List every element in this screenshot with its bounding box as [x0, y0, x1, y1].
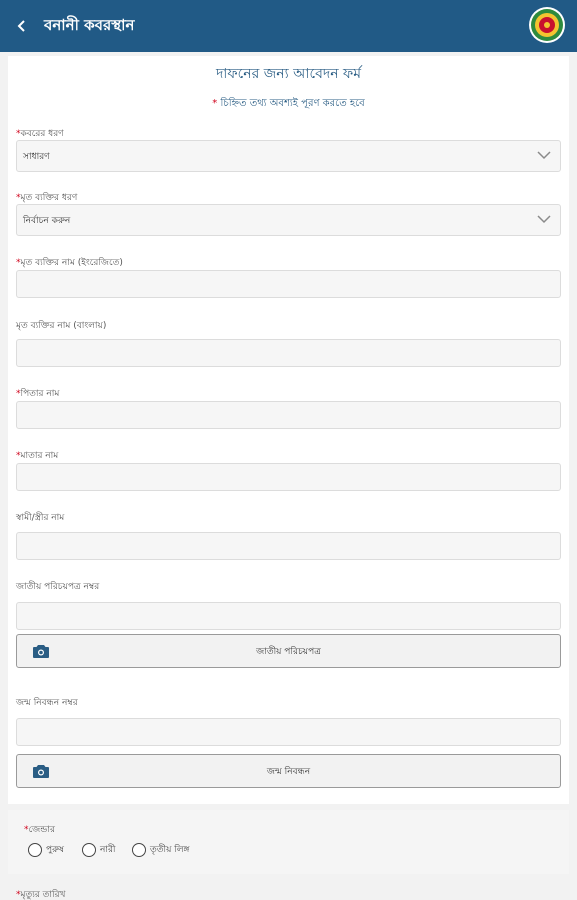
- app-title: বনানী কবরস্থান: [44, 15, 135, 34]
- grave-type-value: সাধারণ: [23, 152, 50, 162]
- gender-option-third[interactable]: তৃতীয় লিঙ্গ: [132, 842, 190, 857]
- father-name-input[interactable]: [16, 401, 561, 429]
- required-star: *: [212, 98, 218, 109]
- radio-icon: [132, 842, 146, 857]
- gender-option-label: পুরুষ: [46, 845, 64, 855]
- grave-type-label-text: কবরের ধরণ: [20, 129, 64, 139]
- camera-icon: [33, 645, 49, 658]
- gender-option-label: নারী: [100, 845, 116, 855]
- gender-label: *জেন্ডার: [24, 822, 55, 837]
- nid-number-input[interactable]: [16, 602, 561, 630]
- chevron-left-icon: [17, 20, 25, 32]
- back-button[interactable]: [0, 0, 44, 52]
- gender-option-female[interactable]: নারী: [82, 842, 116, 857]
- name-english-label: *মৃত ব্যক্তির নাম (ইংরেজিতে): [16, 255, 123, 270]
- camera-icon: [33, 765, 49, 778]
- required-note-text: চিহ্নিত তথ্য অবশ্যই পূরণ করতে হবে: [220, 98, 365, 109]
- form-title: দাফনের জন্য আবেদন ফর্ম: [215, 66, 362, 82]
- gender-option-label: তৃতীয় লিঙ্গ: [150, 845, 190, 855]
- grave-type-label: *কবরের ধরণ: [16, 126, 64, 141]
- mother-name-input[interactable]: [16, 463, 561, 491]
- required-note: * চিহ্নিত তথ্য অবশ্যই পূরণ করতে হবে: [0, 96, 577, 113]
- deceased-type-label-text: মৃত ব্যক্তির ধরণ: [20, 193, 78, 203]
- deceased-type-select[interactable]: নির্বাচন করুন: [16, 204, 561, 236]
- name-bangla-input[interactable]: [16, 339, 561, 367]
- gender-label-text: জেন্ডার: [28, 825, 55, 835]
- mother-name-label: *মাতার নাম: [16, 448, 58, 463]
- chevron-down-icon: [537, 151, 551, 160]
- mother-name-label-text: মাতার নাম: [20, 451, 59, 461]
- birth-reg-photo-button-label: জন্ম নিবন্ধন: [266, 766, 311, 777]
- date-of-death-label-text: মৃত্যুর তারিখ: [20, 890, 66, 900]
- birth-reg-photo-button[interactable]: জন্ম নিবন্ধন: [16, 754, 561, 788]
- deceased-type-label: *মৃত ব্যক্তির ধরণ: [16, 190, 77, 205]
- city-corporation-logo: [529, 7, 565, 43]
- radio-icon: [82, 842, 96, 857]
- grave-type-select[interactable]: সাধারণ: [16, 140, 561, 172]
- birth-reg-label: জন্ম নিবন্ধন নম্বর: [16, 698, 78, 708]
- birth-reg-input[interactable]: [16, 718, 561, 746]
- nid-photo-button[interactable]: জাতীয় পরিচয়পত্র: [16, 634, 561, 668]
- chevron-down-icon: [537, 215, 551, 224]
- app-bar: বনানী কবরস্থান: [0, 0, 577, 52]
- nid-number-label: জাতীয় পরিচয়পত্র নম্বর: [16, 582, 100, 592]
- father-name-label-text: পিতার নাম: [20, 389, 60, 399]
- name-bangla-label: মৃত ব্যক্তির নাম (বাংলায়): [16, 321, 107, 331]
- date-of-death-label: *মৃত্যুর তারিখ: [16, 887, 65, 900]
- father-name-label: *পিতার নাম: [16, 386, 59, 401]
- name-english-input[interactable]: [16, 270, 561, 298]
- name-english-label-text: মৃত ব্যক্তির নাম (ইংরেজিতে): [20, 258, 123, 268]
- spouse-name-input[interactable]: [16, 532, 561, 560]
- spouse-name-label: স্বামী/স্ত্রীর নাম: [16, 513, 65, 523]
- gender-option-male[interactable]: পুরুষ: [28, 842, 64, 857]
- deceased-type-value: নির্বাচন করুন: [23, 216, 71, 226]
- radio-icon: [28, 842, 42, 857]
- nid-photo-button-label: জাতীয় পরিচয়পত্র: [256, 646, 321, 657]
